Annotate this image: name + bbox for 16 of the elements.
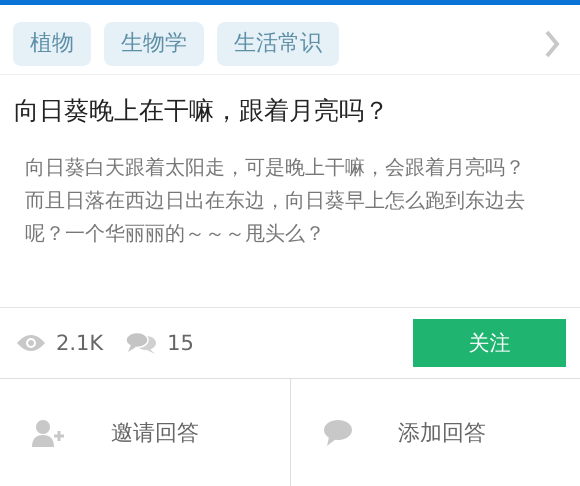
topic-tag[interactable]: 植物 bbox=[13, 22, 91, 66]
chevron-right-icon[interactable] bbox=[544, 30, 560, 58]
comment-count: 15 bbox=[167, 331, 194, 355]
question-title: 向日葵晚上在干嘛，跟着月亮吗？ bbox=[0, 74, 580, 141]
chat-bubbles-icon bbox=[125, 331, 158, 355]
question-text: 而且日落在西边日出在东边，向日葵早上怎么跑到东边去呢？一个华丽丽的～～～甩头么？ bbox=[25, 187, 526, 247]
action-link[interactable]: 邀请回答 bbox=[111, 418, 199, 448]
speech-bubble-icon[interactable] bbox=[323, 418, 353, 446]
eye-icon bbox=[16, 333, 46, 353]
action-link[interactable]: 添加回答 bbox=[398, 418, 486, 448]
topic-tag[interactable]: 生物学 bbox=[104, 22, 204, 66]
follow-button[interactable]: 关注 bbox=[413, 319, 566, 367]
view-count: 2.1K bbox=[56, 331, 104, 355]
question-text: 向日葵白天跟着太阳走，可是晚上干嘛，会跟着月亮吗？ bbox=[25, 154, 526, 181]
add-user-icon[interactable] bbox=[32, 418, 66, 446]
topic-tag[interactable]: 生活常识 bbox=[217, 22, 339, 66]
